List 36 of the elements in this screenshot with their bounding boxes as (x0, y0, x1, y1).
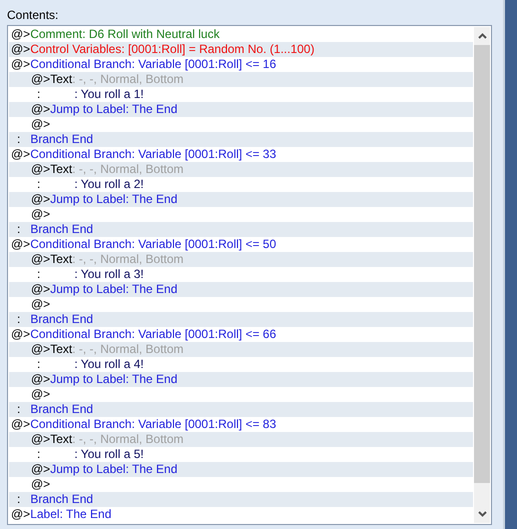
scroll-up-icon[interactable] (478, 33, 486, 39)
event-command[interactable]: @> (9, 117, 473, 132)
scroll-down-icon[interactable] (478, 511, 486, 517)
event-command[interactable]: @>Control Variables: [0001:Roll] = Random No. (1...100) (9, 42, 473, 57)
event-command[interactable]: : : You roll a 1! (9, 87, 473, 102)
event-command[interactable]: @>Text: -, -, Normal, Bottom (9, 162, 473, 177)
event-command[interactable]: : Branch End (9, 312, 473, 327)
event-command[interactable]: : Branch End (9, 222, 473, 237)
event-command[interactable]: @>Jump to Label: The End (9, 282, 473, 297)
event-command[interactable]: @>Text: -, -, Normal, Bottom (9, 72, 473, 87)
event-command[interactable]: : : You roll a 5! (9, 447, 473, 462)
event-command[interactable]: @> (9, 297, 473, 312)
event-command[interactable]: @>Jump to Label: The End (9, 372, 473, 387)
event-command[interactable]: : Branch End (9, 402, 473, 417)
event-command[interactable]: @>Jump to Label: The End (9, 192, 473, 207)
event-command[interactable]: : : You roll a 4! (9, 357, 473, 372)
event-command[interactable]: : Branch End (9, 132, 473, 147)
event-command[interactable]: @>Text: -, -, Normal, Bottom (9, 432, 473, 447)
event-command[interactable]: @>Jump to Label: The End (9, 102, 473, 117)
event-command[interactable]: @>Conditional Branch: Variable [0001:Roll] <= 16 (9, 57, 473, 72)
event-command[interactable]: @>Label: The End (9, 507, 473, 522)
event-command[interactable]: @>Conditional Branch: Variable [0001:Roll] <= 66 (9, 327, 473, 342)
event-command[interactable]: @>Conditional Branch: Variable [0001:Roll] <= 50 (9, 237, 473, 252)
event-command[interactable]: : Branch End (9, 492, 473, 507)
event-command[interactable]: @>Text: -, -, Normal, Bottom (9, 342, 473, 357)
event-command[interactable]: @> (9, 477, 473, 492)
event-command[interactable]: @>Conditional Branch: Variable [0001:Roll] <= 33 (9, 147, 473, 162)
event-command[interactable]: : : You roll a 2! (9, 177, 473, 192)
event-command[interactable]: @>Jump to Label: The End (9, 462, 473, 477)
contents-label: Contents: (7, 8, 60, 22)
event-command[interactable]: @> (9, 207, 473, 222)
event-command[interactable]: : : You roll a 3! (9, 267, 473, 282)
event-command[interactable]: @>Conditional Branch: Variable [0001:Roll] <= 83 (9, 417, 473, 432)
event-command[interactable]: @> (9, 387, 473, 402)
event-command[interactable]: @>Text: -, -, Normal, Bottom (9, 252, 473, 267)
event-command[interactable]: @>Comment: D6 Roll with Neutral luck (9, 27, 473, 42)
